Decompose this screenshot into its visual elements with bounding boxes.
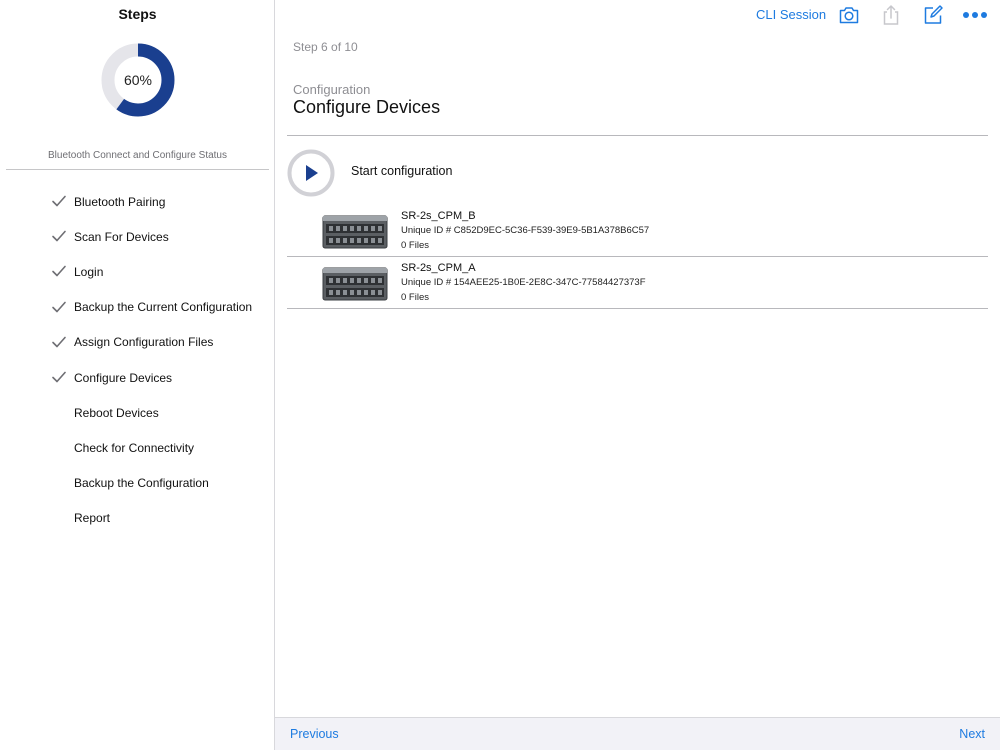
bottom-navigation-bar: Previous Next <box>275 717 1000 750</box>
sidebar-title: Steps <box>118 6 157 22</box>
step-item-configure-devices[interactable]: Configure Devices <box>0 360 275 395</box>
step-counter: Step 6 of 10 <box>293 40 358 54</box>
toolbar: CLI Session <box>275 0 1000 30</box>
step-item-bluetooth-pairing[interactable]: Bluetooth Pairing <box>0 184 275 219</box>
device-unique-id: Unique ID # C852D9EC-5C36-F539-39E9-5B1A… <box>401 225 650 236</box>
step-label: Report <box>74 511 111 526</box>
status-caption: Bluetooth Connect and Configure Status <box>47 150 227 161</box>
step-label: Check for Connectivity <box>74 440 195 455</box>
compose-icon[interactable] <box>922 4 944 26</box>
start-configuration-button[interactable]: Start configuration <box>287 146 988 198</box>
checkmark-icon <box>52 301 66 312</box>
router-chassis-icon <box>322 215 388 249</box>
step-label: Login <box>74 264 104 279</box>
main-panel: Step 6 of 10 Configuration Configure Dev… <box>275 0 1000 750</box>
steps-list: Bluetooth Pairing Scan For Devices Login… <box>0 184 275 536</box>
share-icon[interactable] <box>880 4 902 26</box>
device-row[interactable]: SR-2s_CPM_A Unique ID # 154AEE25-1B0E-2E… <box>287 257 988 309</box>
device-file-count: 0 Files <box>401 240 429 251</box>
steps-sidebar: Steps 60% Bluetooth Connect and Configur… <box>0 0 275 750</box>
next-button[interactable]: Next <box>959 727 985 741</box>
step-label: Scan For Devices <box>74 229 169 244</box>
step-label: Configure Devices <box>74 370 173 385</box>
device-row[interactable]: SR-2s_CPM_B Unique ID # C852D9EC-5C36-F5… <box>287 205 988 257</box>
step-item-reboot-devices[interactable]: Reboot Devices <box>0 395 275 430</box>
step-item-backup-the-configuration[interactable]: Backup the Configuration <box>0 466 275 501</box>
previous-button[interactable]: Previous <box>290 727 339 741</box>
step-item-scan-for-devices[interactable]: Scan For Devices <box>0 219 275 254</box>
sidebar-divider <box>6 169 269 170</box>
device-file-count: 0 Files <box>401 292 429 303</box>
step-label: Bluetooth Pairing <box>74 194 166 209</box>
more-icon[interactable] <box>962 4 988 26</box>
router-chassis-icon <box>322 267 388 301</box>
checkmark-icon <box>52 371 66 383</box>
step-item-report[interactable]: Report <box>0 501 275 536</box>
progress-percent: 60% <box>123 72 153 88</box>
step-item-login[interactable]: Login <box>0 254 275 289</box>
device-unique-id: Unique ID # 154AEE25-1B0E-2E8C-347C-7758… <box>401 277 646 288</box>
step-item-assign-configuration-files[interactable]: Assign Configuration Files <box>0 325 275 360</box>
step-label: Assign Configuration Files <box>74 335 214 350</box>
step-label: Backup the Configuration <box>74 476 209 491</box>
step-item-check-for-connectivity[interactable]: Check for Connectivity <box>0 430 275 465</box>
step-item-backup-current-configuration[interactable]: Backup the Current Configuration <box>0 290 275 325</box>
checkmark-icon <box>52 230 66 242</box>
checkmark-icon <box>52 195 66 207</box>
start-configuration-label: Start configuration <box>351 164 453 178</box>
checkmark-icon <box>52 266 66 277</box>
checkmark-icon <box>52 336 66 348</box>
step-label: Backup the Current Configuration <box>74 300 253 315</box>
step-label: Reboot Devices <box>74 405 159 420</box>
device-list: SR-2s_CPM_B Unique ID # C852D9EC-5C36-F5… <box>287 205 988 309</box>
cli-session-button[interactable]: CLI Session <box>756 7 826 22</box>
page-title: Configure Devices <box>293 97 441 117</box>
title-divider <box>287 135 988 136</box>
device-name: SR-2s_CPM_A <box>401 262 476 274</box>
play-icon[interactable] <box>287 149 335 197</box>
device-name: SR-2s_CPM_B <box>401 210 476 222</box>
section-label: Configuration <box>293 82 371 97</box>
camera-icon[interactable] <box>838 4 860 26</box>
